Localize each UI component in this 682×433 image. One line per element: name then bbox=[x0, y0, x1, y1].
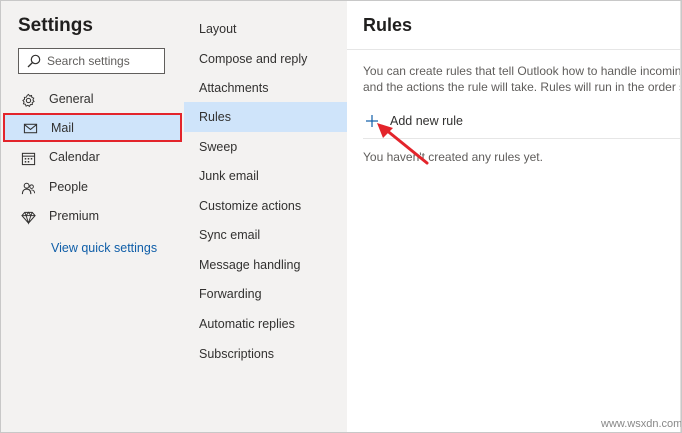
rules-title: Rules bbox=[363, 15, 413, 35]
people-icon bbox=[21, 182, 36, 195]
nav-people[interactable]: People bbox=[1, 174, 184, 202]
mail-section-label: Compose and reply bbox=[199, 52, 308, 66]
mail-section-automatic-replies[interactable]: Automatic replies bbox=[184, 309, 347, 339]
nav-mail[interactable]: Mail bbox=[3, 113, 182, 142]
mail-section-label: Subscriptions bbox=[199, 347, 275, 361]
mail-section-label: Customize actions bbox=[199, 199, 302, 213]
title-divider bbox=[347, 49, 681, 50]
mail-section-label: Sweep bbox=[199, 140, 238, 154]
mail-section-rules[interactable]: Rules bbox=[184, 102, 347, 132]
mail-section-label: Junk email bbox=[199, 169, 259, 183]
mail-section-label: Automatic replies bbox=[199, 317, 295, 331]
view-quick-settings-link[interactable]: View quick settings bbox=[51, 241, 157, 255]
nav-calendar[interactable]: Calendar bbox=[1, 144, 184, 172]
mail-icon bbox=[23, 123, 38, 134]
rules-description-line: You can create rules that tell Outlook h… bbox=[363, 64, 682, 78]
mail-section-compose-and-reply[interactable]: Compose and reply bbox=[184, 44, 347, 74]
mail-section-label: Sync email bbox=[199, 228, 261, 242]
mail-section-label: Rules bbox=[199, 110, 231, 124]
annotation-arrow-icon bbox=[377, 123, 429, 165]
nav-label: Premium bbox=[49, 209, 100, 223]
mail-section-sync-email[interactable]: Sync email bbox=[184, 220, 347, 250]
mail-section-label: Forwarding bbox=[199, 287, 262, 301]
outlook-settings-window: Settings General Mail bbox=[0, 0, 682, 433]
settings-categories-pane: Settings General Mail bbox=[1, 1, 184, 432]
mail-section-label: Attachments bbox=[199, 81, 269, 95]
search-icon bbox=[27, 54, 41, 68]
search-settings-box[interactable] bbox=[18, 48, 165, 74]
mail-section-subscriptions[interactable]: Subscriptions bbox=[184, 339, 347, 369]
rules-description-line: and the actions the rule will take. Rule… bbox=[363, 80, 682, 94]
rules-pane: Rules You can create rules that tell Out… bbox=[347, 1, 682, 432]
mail-sections-pane: Layout Compose and reply Attachments Rules S… bbox=[184, 1, 347, 432]
diamond-icon bbox=[21, 211, 36, 225]
calendar-icon bbox=[21, 152, 36, 166]
nav-label: Calendar bbox=[49, 150, 100, 164]
nav-label: Mail bbox=[51, 121, 74, 135]
mail-section-layout[interactable]: Layout bbox=[184, 14, 347, 44]
mail-section-attachments[interactable]: Attachments bbox=[184, 73, 347, 103]
rules-description: You can create rules that tell Outlook h… bbox=[363, 63, 682, 95]
mail-section-junk-email[interactable]: Junk email bbox=[184, 161, 347, 191]
mail-section-message-handling[interactable]: Message handling bbox=[184, 250, 347, 280]
search-settings-input[interactable] bbox=[47, 52, 159, 70]
settings-title: Settings bbox=[18, 15, 93, 36]
mail-section-sweep[interactable]: Sweep bbox=[184, 132, 347, 162]
gear-icon bbox=[22, 93, 35, 108]
mail-section-customize-actions[interactable]: Customize actions bbox=[184, 191, 347, 221]
mail-section-label: Message handling bbox=[199, 258, 301, 272]
nav-label: People bbox=[49, 180, 88, 194]
mail-section-forwarding[interactable]: Forwarding bbox=[184, 279, 347, 309]
nav-general[interactable]: General bbox=[1, 86, 184, 114]
mail-section-label: Layout bbox=[199, 22, 237, 36]
watermark: www.wsxdn.com bbox=[601, 418, 682, 430]
nav-label: General bbox=[49, 92, 94, 106]
nav-premium[interactable]: Premium bbox=[1, 203, 184, 231]
